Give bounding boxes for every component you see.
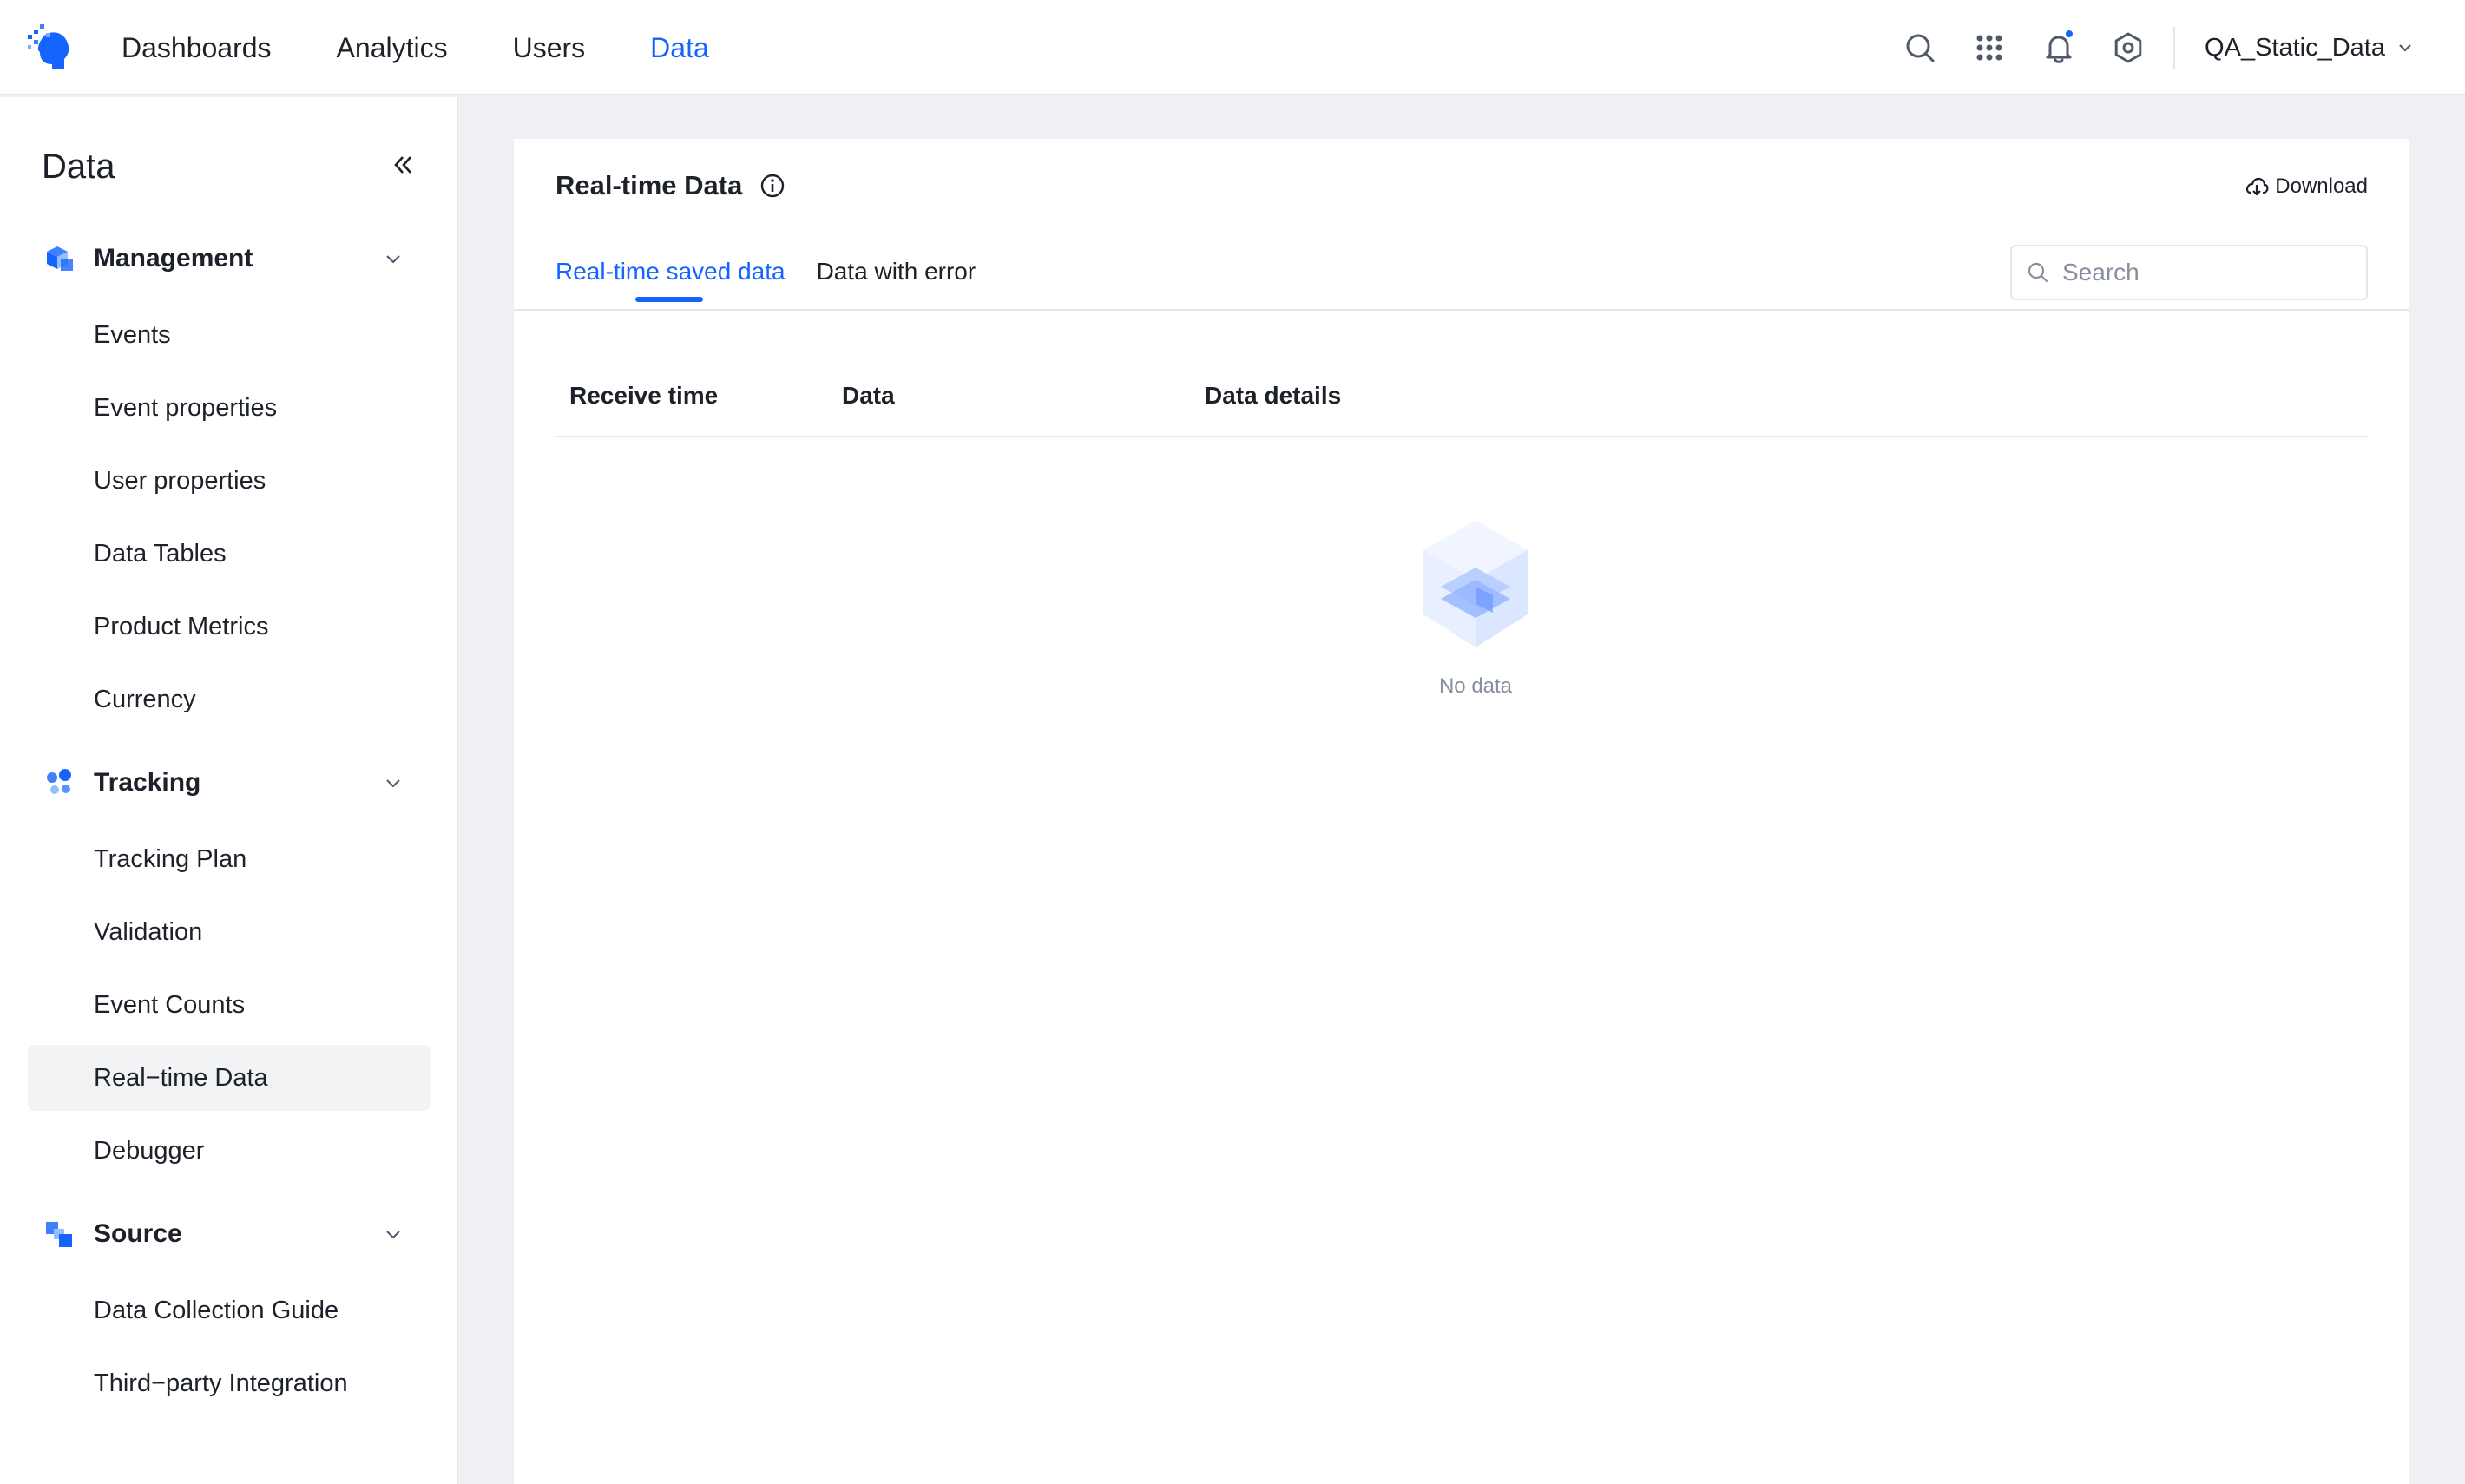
- top-navigation-bar: Dashboards Analytics Users Data QA_Stati…: [0, 0, 2465, 95]
- empty-state-text: No data: [1438, 674, 1513, 698]
- workspace-selector[interactable]: QA_Static_Data: [2205, 34, 2415, 62]
- column-header-receive-time[interactable]: Receive time: [569, 382, 718, 410]
- main-nav: Dashboards Analytics Users Data: [122, 0, 774, 95]
- app-logo-icon[interactable]: [24, 21, 75, 73]
- nav-item-users[interactable]: Users: [513, 32, 586, 64]
- sidebar-item-events[interactable]: Events: [28, 302, 431, 368]
- chevron-down-icon: [386, 1231, 400, 1239]
- column-header-data-details[interactable]: Data details: [1205, 382, 1341, 410]
- download-button[interactable]: Download: [2244, 174, 2368, 200]
- tabs-divider: [514, 309, 2409, 311]
- sidebar-group-label: Management: [94, 244, 253, 273]
- column-header-data[interactable]: Data: [842, 382, 895, 410]
- tracking-dots-icon: [47, 769, 71, 794]
- nav-item-data[interactable]: Data: [650, 32, 709, 64]
- workspace-name: QA_Static_Data: [2205, 33, 2385, 62]
- sidebar-group-tracking[interactable]: Tracking: [42, 758, 424, 807]
- sidebar-item-currency[interactable]: Currency: [28, 666, 431, 732]
- sidebar-title: Data: [42, 148, 115, 186]
- tab-label: Real-time saved data: [555, 258, 786, 285]
- download-label: Download: [2275, 174, 2368, 198]
- sidebar-item-data-tables[interactable]: Data Tables: [28, 521, 431, 587]
- source-squares-icon: [46, 1222, 72, 1247]
- search-icon: [2028, 262, 2048, 283]
- chevron-down-icon: [386, 779, 400, 788]
- top-actions: QA_Static_Data: [1901, 0, 2465, 95]
- sidebar-group-management[interactable]: Management: [42, 234, 424, 283]
- page-title-text: Real-time Data: [555, 170, 743, 200]
- empty-state: No data: [1406, 517, 1545, 699]
- sidebar-item-real-time-data[interactable]: Real−time Data: [28, 1045, 431, 1111]
- sidebar-item-product-metrics[interactable]: Product Metrics: [28, 594, 431, 660]
- nav-item-analytics[interactable]: Analytics: [337, 32, 448, 64]
- sidebar-item-event-properties[interactable]: Event properties: [28, 375, 431, 441]
- empty-box-icon: [1423, 521, 1528, 647]
- gear-icon[interactable]: [2109, 29, 2147, 67]
- tab-label: Data with error: [816, 258, 976, 285]
- page-title: Real-time Data: [555, 170, 786, 201]
- sidebar-group-source[interactable]: Source: [42, 1210, 424, 1258]
- active-tab-indicator: [635, 297, 703, 302]
- apps-grid-icon[interactable]: [1970, 29, 2008, 67]
- tab-real-time-saved-data[interactable]: Real-time saved data: [555, 241, 786, 302]
- real-time-data-card: Real-time Data Download Real-time saved …: [514, 139, 2409, 1484]
- cube-icon: [47, 246, 73, 271]
- tab-data-with-error[interactable]: Data with error: [817, 241, 976, 302]
- cloud-download-icon: [2246, 177, 2269, 196]
- table-header: Receive time Data Data details: [555, 363, 2368, 437]
- divider: [2173, 27, 2176, 69]
- sidebar-item-data-collection-guide[interactable]: Data Collection Guide: [28, 1277, 431, 1343]
- bell-icon[interactable]: [2040, 29, 2078, 67]
- notification-dot: [2064, 29, 2075, 39]
- sidebar-item-debugger[interactable]: Debugger: [28, 1118, 431, 1184]
- info-icon[interactable]: [759, 173, 786, 199]
- sidebar-group-label: Tracking: [94, 768, 201, 797]
- sidebar-item-event-counts[interactable]: Event Counts: [28, 972, 431, 1038]
- sidebar-item-third-party-integration[interactable]: Third−party Integration: [28, 1350, 431, 1416]
- sidebar-item-validation[interactable]: Validation: [28, 899, 431, 965]
- tabs: Real-time saved data Data with error: [555, 241, 1007, 311]
- chevron-down-icon: [2399, 44, 2411, 52]
- nav-item-dashboards[interactable]: Dashboards: [122, 32, 272, 64]
- search-input[interactable]: [2062, 259, 2349, 286]
- chevron-down-icon: [386, 255, 400, 264]
- search-icon[interactable]: [1901, 29, 1939, 67]
- search-field[interactable]: [2010, 245, 2368, 300]
- sidebar-group-label: Source: [94, 1219, 182, 1248]
- sidebar-item-user-properties[interactable]: User properties: [28, 448, 431, 514]
- sidebar: Data Management Events Event properties …: [0, 97, 458, 1484]
- collapse-sidebar-icon[interactable]: [389, 151, 417, 179]
- sidebar-item-tracking-plan[interactable]: Tracking Plan: [28, 826, 431, 892]
